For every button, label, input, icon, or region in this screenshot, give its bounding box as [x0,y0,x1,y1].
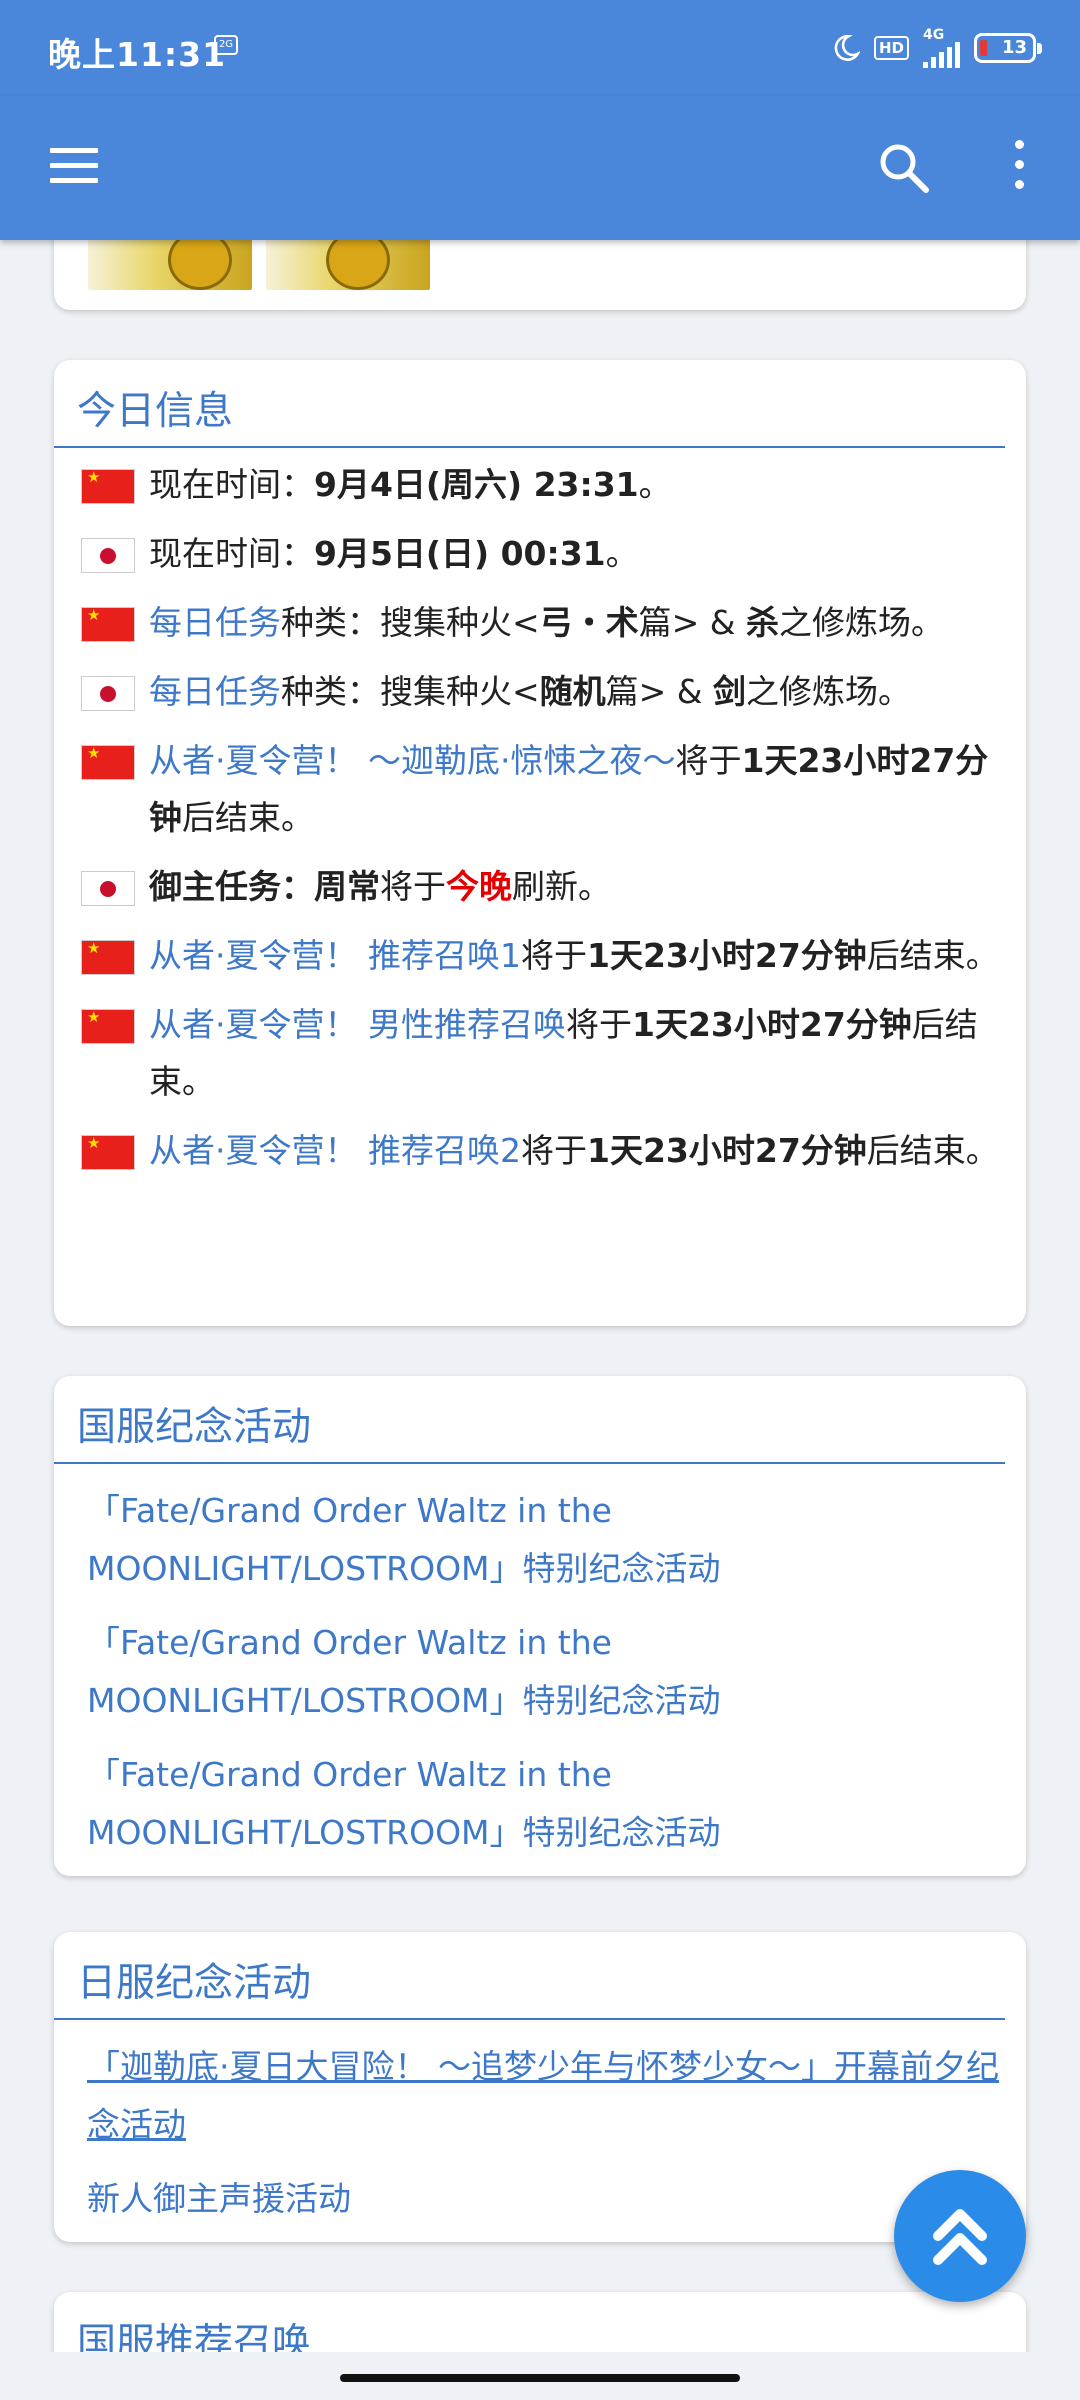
daily-quest-link[interactable]: 每日任务 [149,672,281,711]
moon-icon [834,35,860,61]
event-link[interactable]: 新人御主声援活动 [54,2170,1026,2228]
cn-summon-card: 国服推荐召唤 [54,2292,1026,2352]
double-chevron-up-icon [933,2209,987,2265]
info-item: 每日任务种类：搜集种火<弓・术篇> & 杀之修炼场。 [54,594,1026,651]
section-title: 国服推荐召唤 [77,2321,312,2352]
info-item: 从者·夏令营！ 男性推荐召唤将于1天23小时27分钟后结束。 [54,996,1026,1110]
hamburger-menu-icon[interactable] [50,148,98,184]
servant-thumbnails-card [54,240,1026,310]
china-flag-icon [81,1133,135,1170]
section-title: 国服纪念活动 [54,1376,1005,1464]
network-type-label: 4G [923,27,945,43]
battery-level: 13 [1001,37,1027,58]
hd-icon: HD [873,36,909,60]
section-title: 日服纪念活动 [54,1932,1005,2020]
china-flag-icon [81,605,135,642]
section-title: 今日信息 [54,360,1005,448]
event-link[interactable]: 从者·夏令营！ ～迦勒底·惊悚之夜～ [149,741,675,780]
daily-quest-link[interactable]: 每日任务 [149,603,281,642]
event-link[interactable]: 「迦勒底·夏日大冒险！ ～追梦少年与怀梦少女～」开幕前夕纪念活动 [54,2038,1026,2154]
search-icon[interactable] [876,140,932,196]
info-item: 从者·夏令营！ 推荐召唤1将于1天23小时27分钟后结束。 [54,927,1026,984]
info-item: 御主任务：周常将于今晚刷新。 [54,858,1026,915]
china-flag-icon [81,743,135,780]
servant-thumbnail[interactable] [88,240,252,290]
japan-flag-icon [81,676,135,711]
app-bar [0,96,1080,240]
china-flag-icon [81,1007,135,1044]
event-link[interactable]: 「Fate/Grand Order Waltz in the MOONLIGHT… [54,1746,1026,1862]
home-indicator[interactable] [340,2374,740,2382]
more-vert-icon[interactable] [1004,140,1034,196]
china-flag-icon [81,467,135,504]
info-item: 现在时间：9月5日(日) 00:31。 [54,525,1026,582]
summon-link[interactable]: 从者·夏令营！ 男性推荐召唤 [149,1005,566,1044]
battery-icon: 13 [974,33,1042,63]
scroll-to-top-button[interactable] [894,2170,1026,2302]
cell-signal-icon: 4G [923,28,960,68]
status-time: 晚上11:31 [48,35,227,74]
event-link[interactable]: 「Fate/Grand Order Waltz in the MOONLIGHT… [54,1482,1026,1598]
servant-thumbnail[interactable] [266,240,430,290]
info-item: 每日任务种类：搜集种火<随机篇> & 剑之修炼场。 [54,663,1026,720]
info-item: 从者·夏令营！ ～迦勒底·惊悚之夜～将于1天23小时27分钟后结束。 [54,732,1026,846]
status-icons: HD 4G 13 [832,26,1042,70]
today-info-card: 今日信息 现在时间：9月4日(周六) 23:31。 现在时间：9月5日(日) 0… [54,360,1026,1326]
cn-events-card: 国服纪念活动 「Fate/Grand Order Waltz in the MO… [54,1376,1026,1876]
system-nav-bar [0,2352,1080,2400]
info-item: 从者·夏令营！ 推荐召唤2将于1天23小时27分钟后结束。 [54,1122,1026,1179]
event-link[interactable]: 「Fate/Grand Order Waltz in the MOONLIGHT… [54,1614,1026,1730]
info-item: 现在时间：9月4日(周六) 23:31。 [54,456,1026,513]
summon-link[interactable]: 从者·夏令营！ 推荐召唤1 [149,936,521,975]
japan-flag-icon [81,538,135,573]
japan-flag-icon [81,871,135,906]
summon-link[interactable]: 从者·夏令营！ 推荐召唤2 [149,1131,521,1170]
china-flag-icon [81,938,135,975]
status-bar: 晚上11:31 2G HD 4G 13 [0,0,1080,96]
jp-events-card: 日服纪念活动 「迦勒底·夏日大冒险！ ～追梦少年与怀梦少女～」开幕前夕纪念活动 … [54,1932,1026,2242]
page-content: 今日信息 现在时间：9月4日(周六) 23:31。 现在时间：9月5日(日) 0… [0,240,1080,2352]
notification-badge-icon: 2G [214,35,238,55]
